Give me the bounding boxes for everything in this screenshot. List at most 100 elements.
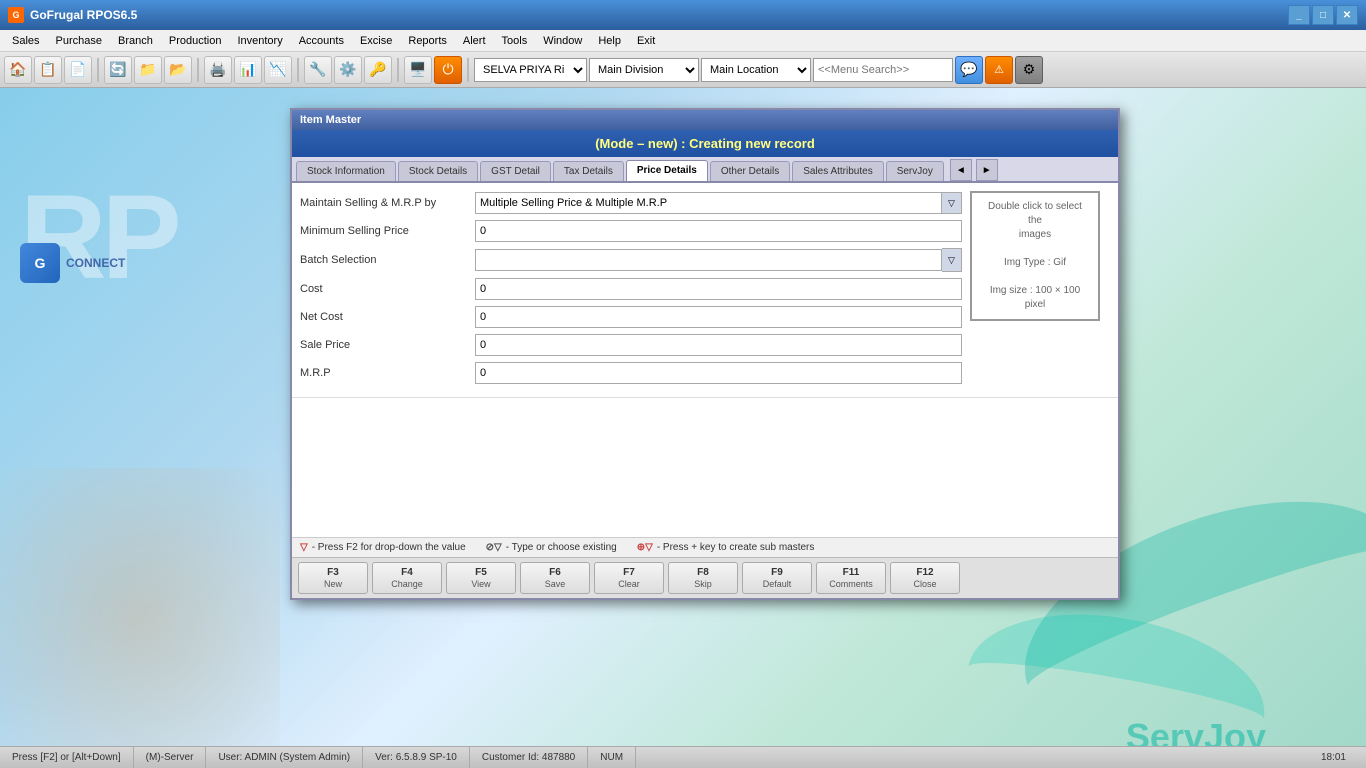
toolbar-btn-5[interactable]: 📁	[134, 56, 162, 84]
field-net-cost	[475, 306, 962, 328]
input-batch-selection[interactable]	[475, 249, 942, 271]
toolbar-btn-2[interactable]: 📋	[34, 56, 62, 84]
fkey-f3[interactable]: F3 New	[298, 562, 368, 594]
tab-stock-information[interactable]: Stock Information	[296, 161, 396, 181]
tab-price-details[interactable]: Price Details	[626, 160, 708, 181]
tab-sales-attributes[interactable]: Sales Attributes	[792, 161, 883, 181]
input-mrp[interactable]	[475, 362, 962, 384]
close-button[interactable]: ✕	[1336, 5, 1358, 25]
toolbar-btn-notification[interactable]: 💬	[955, 56, 983, 84]
background: RP G CONNECT ServJoy Item Master (Mode –…	[0, 88, 1366, 768]
field-min-selling	[475, 220, 962, 242]
input-maintain-selling[interactable]	[475, 192, 942, 214]
toolbar-btn-7[interactable]: 📊	[234, 56, 262, 84]
menu-alert[interactable]: Alert	[455, 33, 494, 49]
toolbar-btn-8[interactable]: 📉	[264, 56, 292, 84]
toolbar-btn-print[interactable]: 🖨️	[204, 56, 232, 84]
status-user: User: ADMIN (System Admin)	[206, 747, 363, 768]
menu-window[interactable]: Window	[535, 33, 590, 49]
menu-search-input[interactable]	[813, 58, 953, 82]
input-net-cost[interactable]	[475, 306, 962, 328]
toolbar-btn-1[interactable]: 🏠	[4, 56, 32, 84]
fkey-f9[interactable]: F9 Default	[742, 562, 812, 594]
form-row-maintain-selling: Maintain Selling & M.R.P by ▽	[300, 191, 962, 215]
toolbar-btn-power[interactable]: ⏻	[434, 56, 462, 84]
maximize-button[interactable]: □	[1312, 5, 1334, 25]
toolbar-btn-settings[interactable]: ⚙	[1015, 56, 1043, 84]
toolbar-btn-6[interactable]: 📂	[164, 56, 192, 84]
dropdown-btn-maintain-selling[interactable]: ▽	[942, 192, 962, 214]
fkey-f4[interactable]: F4 Change	[372, 562, 442, 594]
form-row-batch-selection: Batch Selection ▽	[300, 247, 962, 273]
hint-symbol-2: ⊘▽	[486, 542, 502, 553]
image-box-line1: Double click to select the	[980, 200, 1090, 228]
tab-servjoy[interactable]: ServJoy	[886, 161, 944, 181]
fkey-f7[interactable]: F7 Clear	[594, 562, 664, 594]
toolbar-btn-monitor[interactable]: 🖥️	[404, 56, 432, 84]
form-row-cost: Cost	[300, 277, 962, 301]
toolbar-btn-9[interactable]: 🔧	[304, 56, 332, 84]
tab-other-details[interactable]: Other Details	[710, 161, 790, 181]
fkeys-bar: F3 New F4 Change F5 View F6 Save F7 Clea…	[292, 557, 1118, 598]
fkey-f6[interactable]: F6 Save	[520, 562, 590, 594]
field-sale-price	[475, 334, 962, 356]
app-icon: G	[8, 7, 24, 23]
user-select[interactable]: SELVA PRIYA Ri	[474, 58, 587, 82]
title-bar-text: GoFrugal RPOS6.5	[30, 8, 137, 22]
menu-inventory[interactable]: Inventory	[229, 33, 290, 49]
tab-stock-details[interactable]: Stock Details	[398, 161, 478, 181]
dialog-title: Item Master	[292, 110, 1118, 130]
hint-f2: ▽ - Press F2 for drop-down the value	[300, 542, 466, 553]
toolbar-btn-11[interactable]: 🔑	[364, 56, 392, 84]
status-bar: Press [F2] or [Alt+Down] (M)-Server User…	[0, 746, 1366, 768]
form-content: Maintain Selling & M.R.P by ▽ Minimum Se…	[292, 183, 1118, 397]
menu-exit[interactable]: Exit	[629, 33, 663, 49]
title-bar: G GoFrugal RPOS6.5 _ □ ✕	[0, 0, 1366, 30]
fkey-f12[interactable]: F12 Close	[890, 562, 960, 594]
toolbar-btn-4[interactable]: 🔄	[104, 56, 132, 84]
hint-symbol-3: ⊕▽	[637, 542, 653, 553]
input-sale-price[interactable]	[475, 334, 962, 356]
hint-text-3: - Press + key to create sub masters	[657, 542, 815, 553]
menu-accounts[interactable]: Accounts	[291, 33, 352, 49]
status-customer: Customer Id: 487880	[470, 747, 588, 768]
toolbar-btn-3[interactable]: 📄	[64, 56, 92, 84]
status-server: (M)-Server	[134, 747, 207, 768]
dialog-header: (Mode – new) : Creating new record	[292, 130, 1118, 157]
menu-production[interactable]: Production	[161, 33, 230, 49]
tab-prev-btn[interactable]: ◄	[950, 159, 972, 181]
form-row-min-selling: Minimum Selling Price	[300, 219, 962, 243]
menu-help[interactable]: Help	[590, 33, 629, 49]
location-select[interactable]: Main Location	[701, 58, 811, 82]
input-min-selling[interactable]	[475, 220, 962, 242]
toolbar-sep-4	[397, 58, 399, 82]
fkey-f8[interactable]: F8 Skip	[668, 562, 738, 594]
hint-plus: ⊕▽ - Press + key to create sub masters	[637, 542, 815, 553]
division-select[interactable]: Main Division	[589, 58, 699, 82]
label-net-cost: Net Cost	[300, 311, 475, 323]
item-master-dialog: Item Master (Mode – new) : Creating new …	[290, 108, 1120, 600]
image-box[interactable]: Double click to select the images Img Ty…	[970, 191, 1100, 321]
menu-purchase[interactable]: Purchase	[48, 33, 110, 49]
image-box-line4: Img size : 100 × 100 pixel	[980, 284, 1090, 312]
status-numlock: NUM	[588, 747, 636, 768]
toolbar-btn-10[interactable]: ⚙️	[334, 56, 362, 84]
minimize-button[interactable]: _	[1288, 5, 1310, 25]
menu-sales[interactable]: Sales	[4, 33, 48, 49]
toolbar-sep-3	[297, 58, 299, 82]
dropdown-btn-batch[interactable]: ▽	[942, 248, 962, 272]
menu-reports[interactable]: Reports	[400, 33, 455, 49]
input-cost[interactable]	[475, 278, 962, 300]
bg-plate	[0, 468, 280, 768]
fkey-f11[interactable]: F11 Comments	[816, 562, 886, 594]
menu-tools[interactable]: Tools	[494, 33, 536, 49]
tab-tax-details[interactable]: Tax Details	[553, 161, 624, 181]
tab-gst-detail[interactable]: GST Detail	[480, 161, 551, 181]
toolbar-btn-alert[interactable]: ⚠	[985, 56, 1013, 84]
fkey-f5[interactable]: F5 View	[446, 562, 516, 594]
tab-next-btn[interactable]: ►	[976, 159, 998, 181]
field-batch-selection: ▽	[475, 248, 962, 272]
menu-excise[interactable]: Excise	[352, 33, 400, 49]
label-batch-selection: Batch Selection	[300, 254, 475, 266]
menu-branch[interactable]: Branch	[110, 33, 161, 49]
